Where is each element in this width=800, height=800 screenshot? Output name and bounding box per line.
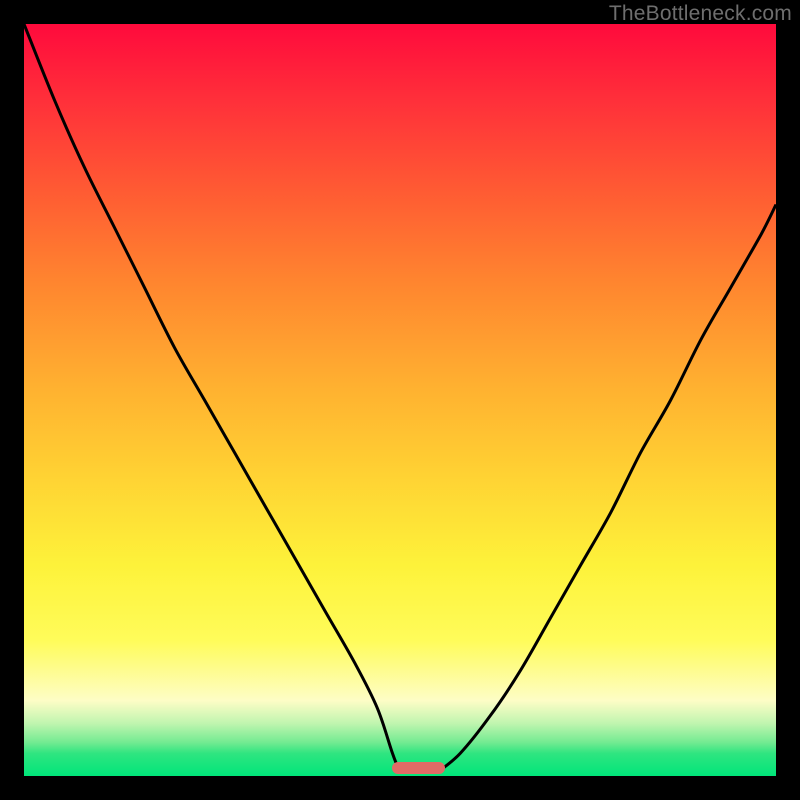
plot-area: [24, 24, 776, 776]
bottleneck-curve: [24, 24, 776, 776]
watermark-label: TheBottleneck.com: [609, 2, 792, 26]
chart-frame: TheBottleneck.com: [0, 0, 800, 800]
curve-left: [24, 24, 400, 772]
curve-right: [438, 205, 776, 773]
sweet-spot-marker: [392, 762, 445, 774]
